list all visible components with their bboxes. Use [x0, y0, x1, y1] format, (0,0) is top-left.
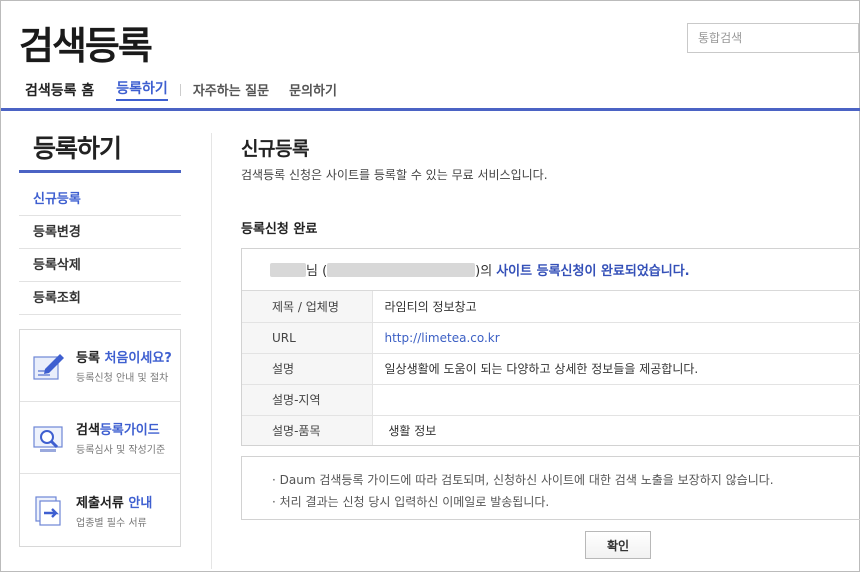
header-divider	[1, 108, 860, 111]
sidebar-rule	[19, 170, 181, 173]
guide-docs-title-a: 제출서류	[76, 495, 129, 511]
row-label: 제목 / 업체명	[242, 291, 373, 323]
table-row: URL http://limetea.co.kr	[242, 322, 860, 354]
nav-home[interactable]: 검색등록 홈	[25, 80, 94, 100]
guide-search-register[interactable]: 검색등록가이드 등록심사 및 작성기준	[20, 402, 180, 474]
result-nim: 님 (	[306, 264, 328, 279]
search-box[interactable]	[687, 23, 859, 53]
guide-docs-title-b: 안내	[128, 495, 153, 511]
pencil-note-icon	[33, 353, 64, 380]
search-input[interactable]	[688, 24, 858, 52]
row-value: 라임티의 정보창고	[372, 291, 860, 323]
guide-first-sub: 등록신청 안내 및 절차	[76, 373, 169, 384]
table-row: 설명-품목 생활 정보	[242, 415, 860, 445]
sidebar-item-delete[interactable]: 등록삭제	[19, 249, 181, 282]
guide-first-title-b: 처음이세요?	[104, 351, 172, 366]
nav-contact[interactable]: 문의하기	[289, 80, 337, 99]
nav-divider	[179, 83, 181, 96]
row-label: 설명-품목	[242, 415, 373, 445]
result-table: 님 ( )의 사이트 등록신청이 완료되었습니다. 제목 / 업체명 라임티의 …	[241, 248, 860, 446]
nav-register[interactable]: 등록하기	[116, 78, 168, 101]
table-row: 설명-지역	[242, 384, 860, 416]
guide-search-title-a: 검색	[76, 423, 100, 438]
magnifier-screen-icon	[33, 425, 63, 452]
table-row: 제목 / 업체명 라임티의 정보창고	[242, 291, 860, 323]
sidebar-title: 등록하기	[33, 134, 122, 163]
guide-search-sub: 등록심사 및 작성기준	[76, 445, 166, 456]
documents-arrow-icon	[35, 496, 61, 526]
sidebar-item-change[interactable]: 등록변경	[19, 216, 181, 249]
guide-search-title-b: 등록가이드	[99, 423, 160, 438]
site-url-link[interactable]: http://limetea.co.kr	[372, 322, 860, 354]
result-close: )의	[475, 264, 493, 279]
page-title: 신규등록	[241, 138, 309, 160]
result-complete-message: 사이트 등록신청이 완료되었습니다.	[496, 264, 690, 279]
guide-docs-sub: 업종별 필수 서류	[76, 517, 147, 529]
nav-faq[interactable]: 자주하는 질문	[193, 80, 269, 99]
guide-first-title-a: 등록	[76, 351, 105, 366]
notice-box: · Daum 검색등록 가이드에 따라 검토되며, 신청하신 사이트에 대한 검…	[241, 456, 860, 520]
confirm-button[interactable]: 확인	[585, 531, 651, 559]
section-title: 등록신청 완료	[241, 222, 318, 237]
row-label: 설명-지역	[242, 384, 373, 416]
table-row: 설명 일상생활에 도움이 되는 다양하고 상세한 정보들을 제공합니다.	[242, 353, 860, 385]
result-header: 님 ( )의 사이트 등록신청이 완료되었습니다.	[242, 249, 860, 291]
guide-first-time[interactable]: 등록 처음이세요? 등록신청 안내 및 절차	[20, 330, 180, 402]
guide-box: 등록 처음이세요? 등록신청 안내 및 절차 검색등록가이드 등록심사 및 작성…	[19, 329, 181, 547]
notice-line-1: · Daum 검색등록 가이드에 따라 검토되며, 신청하신 사이트에 대한 검…	[272, 473, 774, 487]
row-value	[372, 384, 860, 416]
row-label: 설명	[242, 353, 373, 385]
column-divider	[211, 133, 212, 569]
row-label: URL	[242, 322, 373, 354]
result-details: 제목 / 업체명 라임티의 정보창고 URL http://limetea.co…	[242, 291, 860, 445]
redacted-email	[327, 262, 476, 277]
site-logo[interactable]: 검색등록	[19, 15, 153, 70]
row-value: 일상생활에 도움이 되는 다양하고 상세한 정보들을 제공합니다.	[372, 353, 860, 385]
page-description: 검색등록 신청은 사이트를 등록할 수 있는 무료 서비스입니다.	[241, 168, 548, 182]
sidebar-item-new[interactable]: 신규등록	[19, 183, 181, 216]
sidebar-menu: 신규등록 등록변경 등록삭제 등록조회	[19, 183, 181, 315]
notice-line-2: · 처리 결과는 신청 당시 입력하신 이메일로 발송됩니다.	[272, 495, 550, 509]
main-nav: 검색등록 홈 등록하기 자주하는 질문 문의하기	[25, 78, 357, 101]
guide-documents[interactable]: 제출서류 안내 업종별 필수 서류	[20, 474, 180, 546]
redacted-name	[270, 262, 306, 277]
row-value: 생활 정보	[384, 423, 437, 438]
sidebar-item-lookup[interactable]: 등록조회	[19, 282, 181, 315]
